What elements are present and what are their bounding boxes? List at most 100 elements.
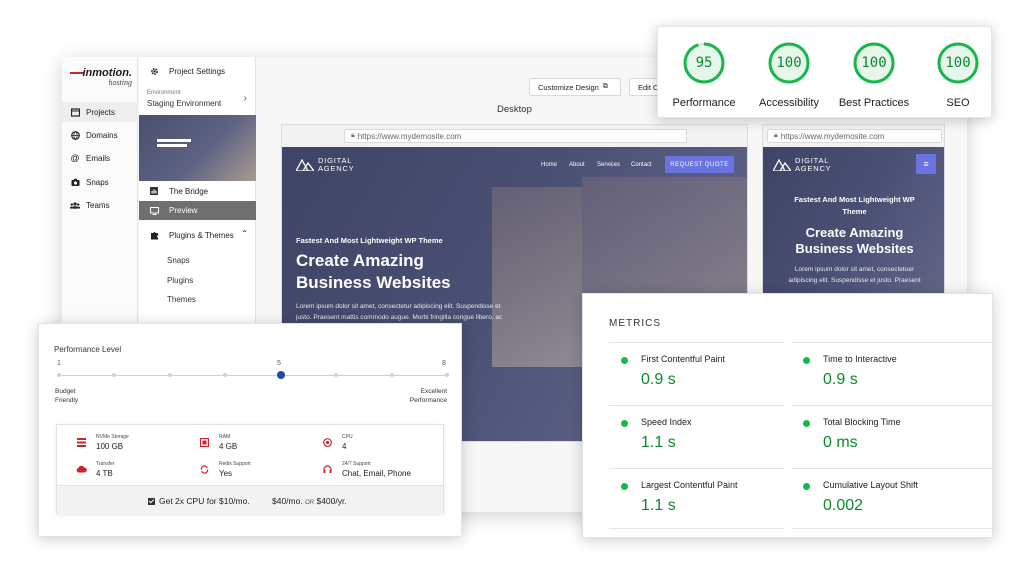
- metric-label: Cumulative Layout Shift: [823, 480, 919, 490]
- price-or: OR: [305, 500, 315, 506]
- chevron-up-icon[interactable]: ⌃: [241, 229, 248, 238]
- site-menu-contact[interactable]: Contact: [631, 162, 652, 168]
- score-label: Performance: [672, 97, 736, 109]
- view-mode-label: Desktop: [497, 104, 532, 115]
- performance-slider-track[interactable]: [59, 375, 447, 376]
- metric-value: 1.1 s: [641, 497, 676, 514]
- metric-value: 1.1 s: [641, 434, 676, 451]
- metric-label: First Contentful Paint: [641, 354, 726, 364]
- site-headline-2: Business Websites: [296, 273, 451, 292]
- performance-level-card: Performance Level 1 5 8 Budget Friendly E…: [38, 323, 462, 537]
- environment-label: Environment: [147, 90, 181, 96]
- metric-value: 0.9 s: [641, 371, 676, 388]
- pass-dot-icon: [803, 483, 810, 490]
- site-menu-services[interactable]: Services: [597, 162, 620, 168]
- sidebar-item-preview[interactable]: Preview: [139, 201, 256, 220]
- url-bar[interactable]: 🔒︎ https://www.mydemosite.com: [767, 129, 942, 143]
- thumbnail-headline: [157, 144, 187, 147]
- globe-icon: [70, 130, 80, 140]
- plan-footer: Get 2x CPU for $10/mo. $40/mo. OR $400/y…: [57, 485, 443, 515]
- nav-item-projects[interactable]: Projects: [62, 102, 138, 122]
- nav-item-emails[interactable]: @ Emails: [62, 148, 138, 168]
- divider: [609, 528, 784, 529]
- url-text: https://www.mydemosite.com: [780, 131, 885, 141]
- divider: [791, 405, 994, 406]
- site-menu-about[interactable]: About: [569, 162, 585, 168]
- metric-label: Total Blocking Time: [823, 417, 901, 427]
- nav-label: Domains: [86, 130, 118, 140]
- mobile-headline-2: Business Websites: [795, 241, 914, 256]
- spec-transfer: Transfer 4 TB: [75, 461, 114, 478]
- slider-step-dot[interactable]: [445, 373, 449, 377]
- score-value: 95: [695, 55, 713, 71]
- price-yearly: $400/yr.: [316, 496, 347, 506]
- site-brand[interactable]: DIGITAL AGENCY: [296, 157, 354, 173]
- score-value: 100: [776, 55, 802, 71]
- customize-design-button[interactable]: Customize Design ⧉: [529, 78, 621, 96]
- spec-value: 4: [342, 442, 347, 451]
- lock-icon: 🔒︎: [351, 132, 355, 139]
- lock-icon: 🔒︎: [774, 132, 778, 139]
- score-label: Accessibility: [759, 97, 819, 109]
- slider-step-dot[interactable]: [389, 373, 394, 377]
- excellent-label-2: Performance: [409, 397, 447, 404]
- site-thumbnail[interactable]: [139, 115, 256, 181]
- budget-label-2: Friendly: [55, 397, 79, 404]
- bridge-icon: [149, 186, 159, 196]
- gear-icon: [149, 66, 159, 76]
- customize-design-label: Customize Design: [538, 82, 599, 92]
- metric-label: Largest Contentful Paint: [641, 480, 738, 490]
- sidebar-item-bridge[interactable]: The Bridge: [139, 182, 256, 200]
- slider-step-dot[interactable]: [334, 373, 339, 377]
- sidebar-subitem-plugins[interactable]: Plugins: [167, 276, 193, 285]
- pass-dot-icon: [621, 483, 628, 490]
- sidebar-item-plugins-themes[interactable]: Plugins & Themes ⌃: [139, 226, 256, 244]
- spec-label: Transfer: [96, 461, 115, 467]
- spec-value: 4 GB: [219, 442, 238, 451]
- sidebar-subitem-snaps[interactable]: Snaps: [167, 256, 190, 265]
- inmotion-logo[interactable]: inmotion. hosting: [70, 67, 132, 91]
- site-body-2: justo. Praesent mattis commodo augue. Mo…: [296, 314, 503, 321]
- sidebar-subitem-themes[interactable]: Themes: [167, 295, 196, 304]
- url-bar[interactable]: 🔒︎ https://www.mydemosite.com: [344, 129, 687, 143]
- browser-bar: 🔒︎ https://www.mydemosite.com: [763, 125, 944, 147]
- nav-item-teams[interactable]: Teams: [62, 195, 138, 215]
- slider-step-dot[interactable]: [223, 373, 228, 377]
- hamburger-menu-icon[interactable]: ≡: [916, 154, 936, 174]
- metrics-title: METRICS: [609, 318, 661, 329]
- nav-item-snaps[interactable]: Snaps: [62, 172, 138, 192]
- spec-redis: Redis Support Yes: [198, 461, 251, 478]
- divider: [791, 528, 994, 529]
- slider-mid: 5: [277, 360, 281, 367]
- cpu-upsell-label: Get 2x CPU for $10/mo.: [159, 496, 250, 506]
- cpu-upsell-checkbox[interactable]: Get 2x CPU for $10/mo.: [148, 496, 250, 506]
- chevron-right-icon[interactable]: ›: [244, 93, 247, 104]
- nav-item-domains[interactable]: Domains: [62, 125, 138, 145]
- performance-slider-handle[interactable]: [276, 371, 285, 379]
- pass-dot-icon: [803, 420, 810, 427]
- price-monthly: $40/mo.: [272, 496, 303, 506]
- site-brand[interactable]: DIGITAL AGENCY: [773, 157, 831, 173]
- thumbnail-headline: [157, 139, 191, 142]
- request-quote-button[interactable]: REQUEST QUOTE: [665, 156, 734, 173]
- excellent-label-1: Excellent: [420, 388, 447, 395]
- site-menu-home[interactable]: Home: [541, 162, 557, 168]
- slider-step-dot[interactable]: [167, 373, 172, 377]
- nav-label: Projects: [86, 107, 115, 117]
- url-text: https://www.mydemosite.com: [357, 131, 462, 141]
- divider: [609, 405, 784, 406]
- project-settings-item[interactable]: Project Settings: [139, 63, 256, 79]
- hero-photo-left: [492, 187, 582, 367]
- divider: [791, 468, 994, 469]
- slider-step-dot[interactable]: [112, 373, 117, 377]
- checkbox-checked-icon: [148, 498, 155, 505]
- metrics-card: METRICS First Contentful Paint 0.9 s Tim…: [582, 293, 994, 538]
- environment-select[interactable]: Staging Environment: [147, 99, 221, 108]
- sidebar-label: The Bridge: [169, 186, 209, 196]
- pass-dot-icon: [803, 357, 810, 364]
- brand-line-2: AGENCY: [795, 164, 832, 173]
- spec-label: NVMe Storage: [96, 434, 129, 440]
- monitor-icon: [149, 206, 159, 216]
- cloud-icon: [75, 463, 87, 475]
- slider-step-dot[interactable]: [57, 373, 61, 377]
